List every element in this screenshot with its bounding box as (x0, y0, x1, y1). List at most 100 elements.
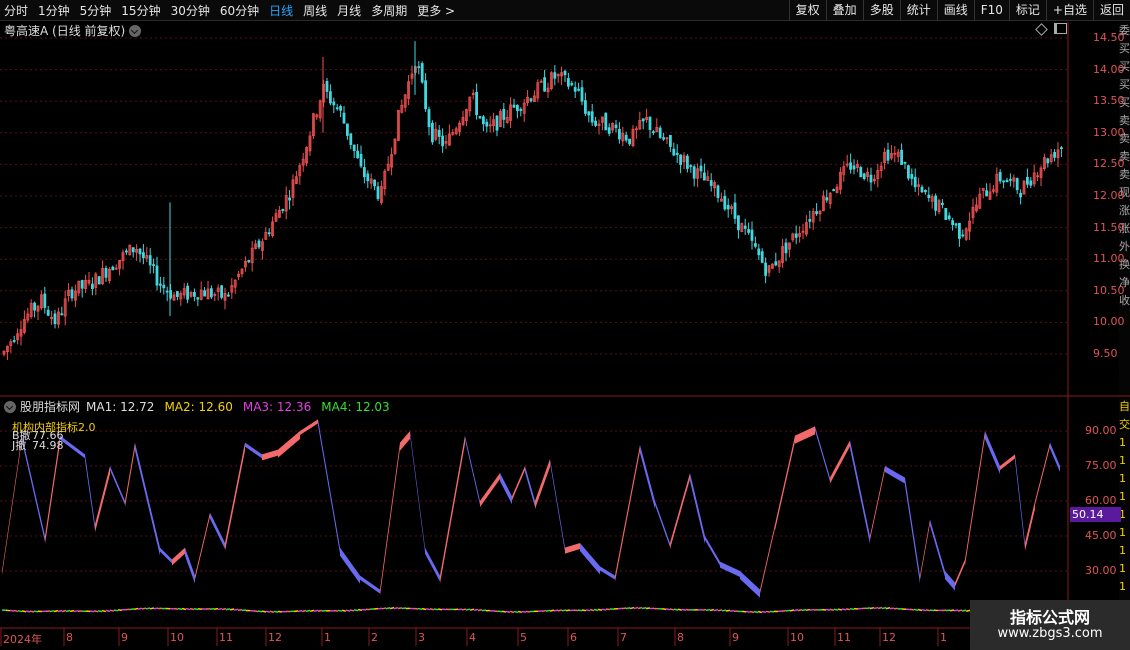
candle-body (192, 291, 196, 297)
candle-body (750, 229, 754, 241)
candle-body (594, 120, 597, 126)
candle-body (529, 98, 533, 102)
indicator-ribbon-segment (550, 459, 565, 552)
candle-body (12, 340, 16, 342)
indicator-base-line (505, 610, 511, 614)
indicator-base-line (637, 606, 643, 610)
candle-body (941, 202, 944, 206)
date-tick-label: 11 (219, 631, 233, 644)
candle-body (502, 108, 506, 120)
indicator-base-line (333, 609, 339, 612)
chevron-down-icon[interactable] (4, 400, 16, 413)
watermark-url: www.zbgs3.com (997, 626, 1103, 641)
indicator-ribbon-segment (340, 547, 360, 584)
indicator-tick-label: 75.00 (1085, 459, 1117, 472)
indicator-base-line (789, 609, 795, 612)
indicator-ribbon-segment (985, 431, 1000, 474)
candle-body (111, 266, 115, 271)
candle-body (624, 134, 628, 141)
candle-body (519, 108, 523, 111)
indicator-base-line (925, 609, 931, 612)
date-tick-label: 2 (371, 631, 378, 644)
candle-body (628, 138, 631, 145)
indicator-ribbon-segment (795, 426, 815, 444)
indicator-base-line (465, 608, 471, 611)
indicator-base-line (717, 609, 723, 612)
candle-body (587, 111, 591, 116)
date-tick-label: 9 (121, 631, 128, 644)
candle-body (162, 284, 166, 289)
candle-body (80, 280, 84, 289)
indicator-base-line (133, 607, 139, 611)
indicator-base-line (341, 609, 347, 612)
indicator-ribbon-segment (870, 466, 885, 540)
indicator-header: 股朋指标网 MA1: 12.72 MA2: 12.60 MA3: 12.36 M… (4, 398, 400, 415)
kline-chart[interactable] (0, 0, 1130, 650)
quote-edge-char: 1 (1119, 544, 1126, 557)
candle-body (366, 173, 370, 182)
indicator-base-line (217, 607, 223, 611)
candle-body (335, 107, 339, 110)
indicator-base-line (461, 608, 467, 611)
indicator-base-line (545, 609, 551, 612)
price-tick-label: 14.00 (1093, 62, 1125, 76)
candle-body (737, 215, 740, 231)
candle-body (325, 81, 329, 92)
candle-body (1019, 192, 1022, 198)
indicator-base-line (513, 610, 519, 614)
indicator-base-line (149, 607, 155, 610)
candle-body (186, 285, 190, 300)
candle-body (604, 112, 608, 131)
indicator-base-line (601, 608, 607, 611)
indicator-ribbon-segment (278, 431, 300, 458)
indicator-base-line (481, 609, 487, 612)
indicator-base-line (477, 608, 483, 612)
candle-body (924, 189, 927, 193)
indicator-base-line (65, 609, 71, 613)
date-tick-label: 5 (520, 631, 527, 644)
indicator-base-line (881, 606, 887, 610)
indicator-ribbon-segment (600, 566, 615, 580)
candle-body (1009, 178, 1012, 181)
indicator-base-line (297, 609, 303, 613)
indicator-base-line (589, 608, 595, 612)
indicator-base-line (521, 610, 527, 613)
indicator-ribbon-segment (318, 419, 340, 554)
indicator-base-line (257, 610, 263, 613)
indicator-base-line (357, 608, 363, 612)
indicator-base-line (757, 610, 763, 614)
candle-body (743, 225, 747, 229)
date-tick-label: 8 (677, 631, 684, 644)
indicator-base-line (869, 606, 875, 610)
indicator-tick-label: 30.00 (1085, 564, 1117, 577)
candle-body (760, 251, 764, 263)
indicator-base-line (849, 608, 855, 611)
indicator-base-line (129, 608, 135, 611)
date-tick-label: 1 (940, 631, 947, 644)
indicator-base-line (669, 608, 675, 611)
indicator-base-line (865, 607, 871, 610)
candle-body (862, 173, 866, 180)
candle-body (495, 115, 499, 131)
indicator-base-line (645, 607, 651, 610)
indicator-base-line (61, 609, 67, 613)
indicator-base-line (13, 609, 19, 613)
date-tick-label: 12 (268, 631, 282, 644)
indicator-base-line (93, 610, 99, 613)
indicator-base-line (113, 609, 119, 612)
candle-body (53, 313, 57, 325)
indicator-base-line (581, 609, 587, 612)
candle-body (754, 243, 757, 247)
candle-body (91, 283, 94, 290)
candle-body (947, 215, 951, 220)
candle-body (1053, 151, 1056, 158)
indicator-base-line (433, 608, 439, 611)
indicator-ribbon-segment (135, 442, 160, 556)
candle-body (954, 223, 958, 226)
candle-body (784, 242, 788, 254)
candle-body (618, 129, 621, 140)
candle-body (424, 80, 428, 110)
indicator-ribbon-segment (1025, 501, 1035, 551)
indicator-ribbon-segment (1000, 454, 1015, 470)
candle-body (951, 220, 954, 225)
